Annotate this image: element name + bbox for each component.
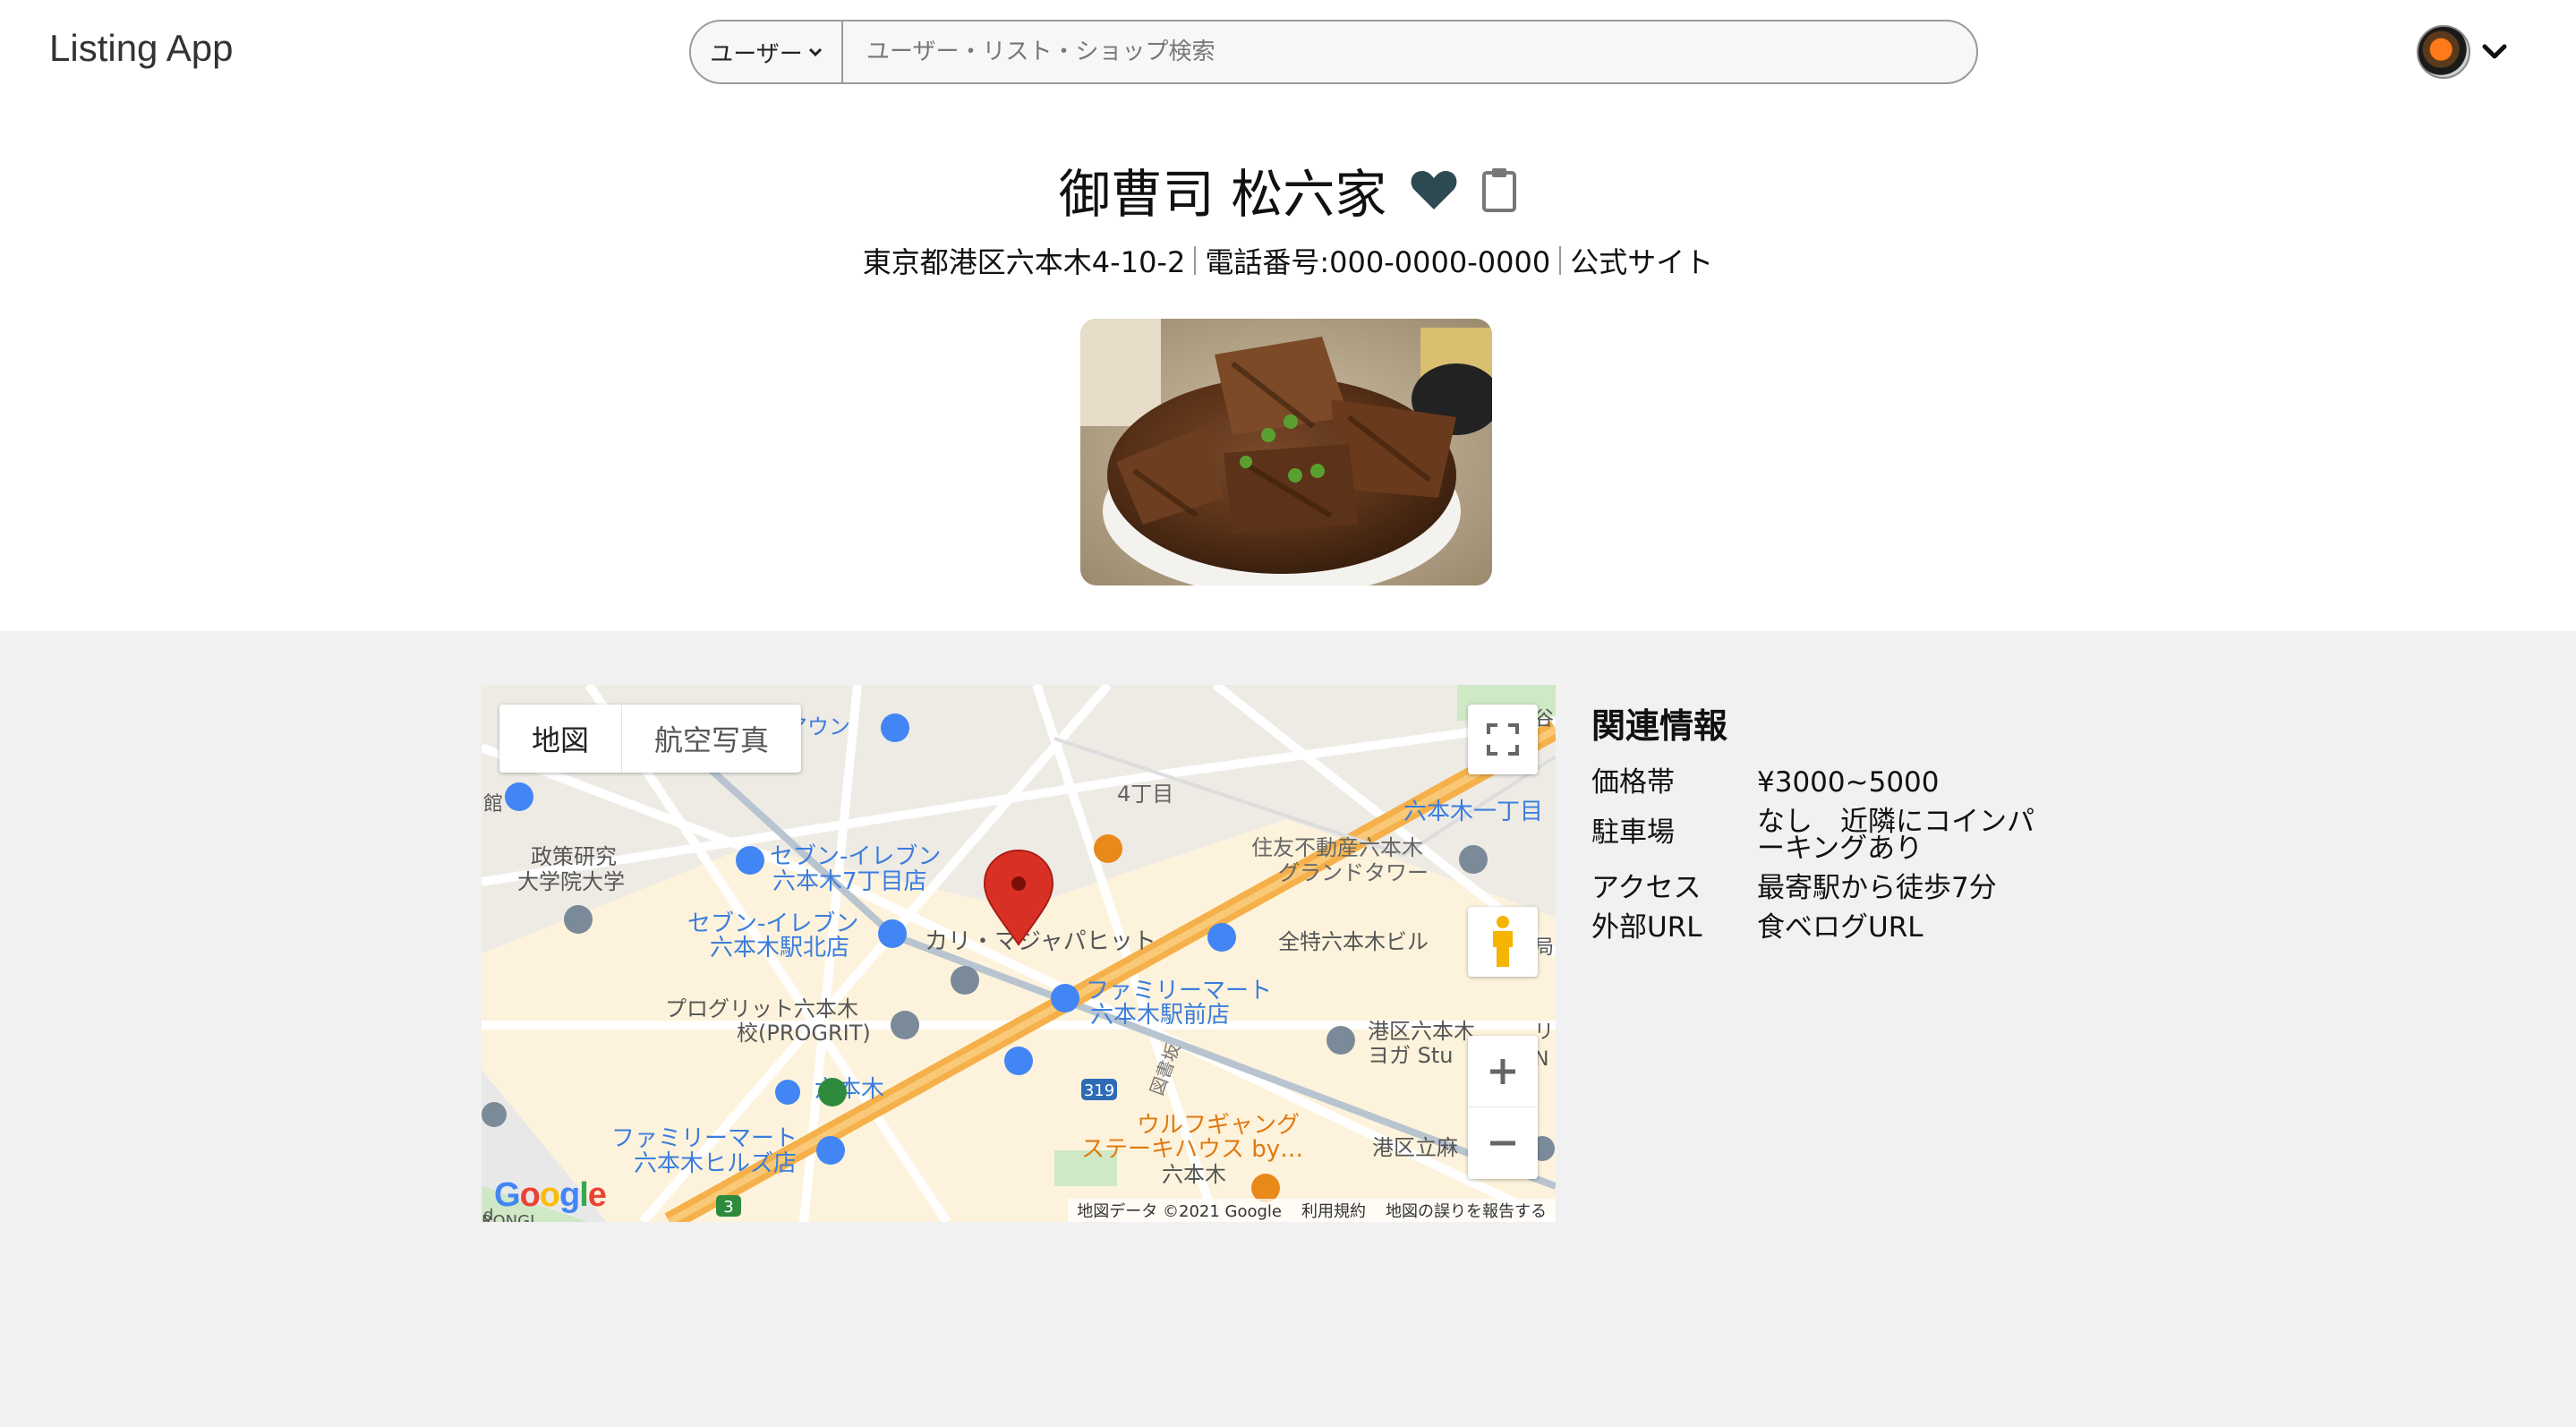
map-label: プログリット六本木 <box>665 996 858 1021</box>
info-key: 外部URL <box>1591 911 1702 944</box>
related-info: 関連情報 価格帯 ¥3000~5000 駐車場 なし 近隣にコインパーキングあり… <box>1591 698 2093 953</box>
map-label: ウルフギャング <box>1137 1112 1300 1139</box>
shop-phone: 電話番号:000-0000-0000 <box>1205 245 1551 279</box>
route-badge: 319 <box>1081 1079 1117 1100</box>
plus-icon <box>1490 1058 1515 1084</box>
map-label: 六本木7丁目店 <box>772 868 927 895</box>
map-type-satellite-button[interactable]: 航空写真 <box>621 705 801 773</box>
svg-text:3: 3 <box>723 1198 733 1217</box>
map-label: 港区六本木 <box>1368 1019 1475 1044</box>
map-label: 六本木 <box>1162 1162 1226 1187</box>
map-label: 六本木一丁目 <box>1403 799 1543 825</box>
zoom-out-button[interactable] <box>1468 1107 1538 1179</box>
chevron-down-icon <box>808 47 822 57</box>
search-bar: ユーザー <box>689 20 1978 84</box>
map-data-credit: 地図データ ©2021 Google <box>1077 1202 1282 1221</box>
terms-link[interactable]: 利用規約 <box>1301 1199 1366 1222</box>
map-label: 住友不動産六本木 <box>1251 835 1423 860</box>
info-key: アクセス <box>1591 872 1702 904</box>
search-category-select[interactable]: ユーザー <box>691 21 843 82</box>
map-type-control: 地図 航空写真 <box>499 705 802 773</box>
map-label: 六本木駅北店 <box>710 935 849 961</box>
tabelog-link[interactable]: 食べログURL <box>1757 914 2052 942</box>
map-label: 館 <box>483 793 503 816</box>
map-label: カリ・マジャパヒット <box>925 928 1156 955</box>
details-section: アウン 4丁目 六本木一丁目 政策研究 大学院大学 セブン-イレブン 六本木7丁… <box>0 631 2576 1427</box>
fullscreen-button[interactable] <box>1468 705 1538 774</box>
shop-address: 東京都港区六本木4-10-2 <box>862 245 1186 279</box>
map-label: グランドタワー <box>1278 860 1429 885</box>
info-value: ¥3000~5000 <box>1757 766 1940 799</box>
info-row-access: アクセス 最寄駅から徒歩7分 <box>1591 872 2093 904</box>
brand-logo[interactable]: Listing App <box>49 27 234 70</box>
map-label: ステーキハウス by… <box>1081 1136 1303 1163</box>
map-label: 校(PROGRIT) <box>737 1021 871 1046</box>
info-key: 価格帯 <box>1591 766 1675 799</box>
map-label: 港区立麻 <box>1372 1135 1458 1160</box>
pegman-icon <box>1493 916 1513 967</box>
shop-hero: 御曹司 松六家 東京都港区六本木4-10-2 電話番号:000-0000-000… <box>0 106 2576 631</box>
svg-text:319: 319 <box>1084 1081 1114 1100</box>
minus-icon <box>1490 1141 1515 1146</box>
info-row-price: 価格帯 ¥3000~5000 <box>1591 766 2093 799</box>
divider <box>1194 246 1197 275</box>
zoom-control <box>1468 1036 1538 1179</box>
navbar: Listing App ユーザー <box>0 0 2576 106</box>
fullscreen-icon <box>1487 723 1519 756</box>
map-label: ファミリーマート <box>1086 978 1272 1004</box>
google-map[interactable]: アウン 4丁目 六本木一丁目 政策研究 大学院大学 セブン-イレブン 六本木7丁… <box>482 685 1556 1222</box>
route-badge: 3 <box>716 1195 741 1217</box>
search-category-label: ユーザー <box>710 40 803 68</box>
user-menu[interactable] <box>2417 25 2508 79</box>
map-label: ファミリーマート <box>611 1125 798 1152</box>
shop-photo <box>1080 319 1492 585</box>
info-row-parking: 駐車場 なし 近隣にコインパーキングあり <box>1591 806 2093 865</box>
search-input[interactable] <box>843 21 1976 82</box>
map-attribution: 地図データ ©2021 Google 利用規約 地図の誤りを報告する <box>1068 1199 1556 1222</box>
clipboard-icon <box>1482 168 1517 212</box>
info-key: 駐車場 <box>1591 816 1675 849</box>
official-site-link[interactable]: 公式サイト <box>1570 240 1713 281</box>
divider <box>1559 246 1562 275</box>
shop-info-row: 東京都港区六本木4-10-2 電話番号:000-0000-0000 公式サイト <box>0 240 2576 281</box>
report-error-link[interactable]: 地図の誤りを報告する <box>1386 1199 1547 1222</box>
map-label: 全特六本木ビル <box>1278 929 1429 954</box>
map-label: セブン-イレブン <box>770 843 941 870</box>
info-value: 最寄駅から徒歩7分 <box>1757 872 1997 904</box>
street-view-button[interactable] <box>1468 907 1538 977</box>
map-label: 六本木駅前店 <box>1090 1002 1230 1029</box>
related-info-title: 関連情報 <box>1591 706 1728 746</box>
title-row: 御曹司 松六家 <box>0 152 2576 227</box>
google-logo: Google <box>494 1176 607 1214</box>
map-label: 4丁目 <box>1117 782 1173 807</box>
favorite-button[interactable] <box>1410 168 1458 211</box>
clipboard-button[interactable] <box>1481 167 1517 213</box>
chevron-down-icon[interactable] <box>2481 38 2508 65</box>
map-label: 大学院大学 <box>517 869 625 894</box>
info-value: なし 近隣にコインパーキングあり <box>1757 806 2034 865</box>
shop-name: 御曹司 松六家 <box>1058 164 1387 225</box>
map-type-map-button[interactable]: 地図 <box>499 705 621 773</box>
map-label: ヨガ Stu <box>1368 1043 1453 1068</box>
map-label: 政策研究 <box>531 844 617 869</box>
map-label: 六本木ヒルズ店 <box>634 1150 797 1177</box>
heart-icon <box>1411 171 1457 209</box>
map-label: セブン-イレブン <box>687 910 858 937</box>
zoom-in-button[interactable] <box>1468 1036 1538 1107</box>
info-row-url: 外部URL 食べログURL <box>1591 911 2093 944</box>
avatar[interactable] <box>2417 25 2470 79</box>
